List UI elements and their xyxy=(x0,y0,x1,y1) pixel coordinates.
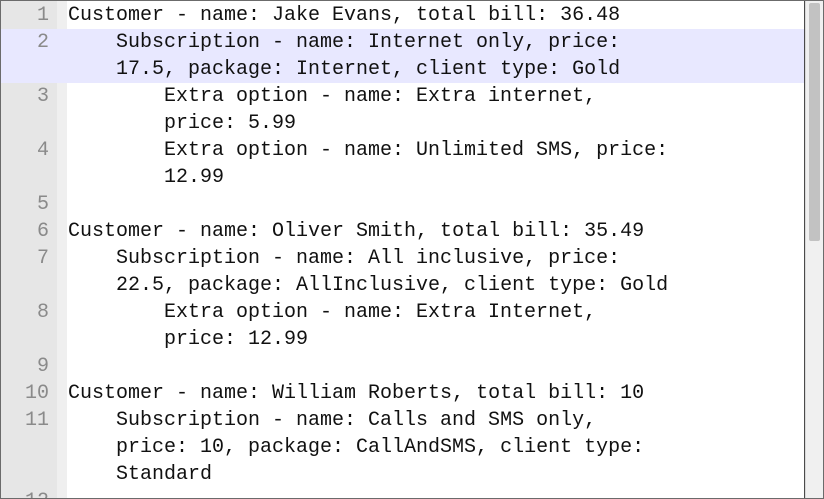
editor-line[interactable]: 5 xyxy=(1,191,805,218)
editor-line[interactable]: 11 Subscription - name: Calls and SMS onl… xyxy=(1,407,805,488)
line-text-segment: Subscription - name: All inclusive, pric… xyxy=(116,247,621,270)
line-text[interactable]: Subscription - name: Internet only, pric… xyxy=(68,29,805,83)
line-text-segment: price: 5.99 xyxy=(164,112,297,135)
line-number: 8 xyxy=(36,301,49,324)
editor-line[interactable]: 6 Customer - name: Oliver Smith, total bi… xyxy=(1,218,805,245)
gutter-spacer xyxy=(49,488,68,498)
line-text[interactable] xyxy=(68,488,805,498)
line-number: 1 xyxy=(36,4,49,27)
editor-line[interactable]: 1 Customer - name: Jake Evans, total bill… xyxy=(1,2,805,29)
gutter-spacer xyxy=(49,353,68,380)
line-number: 3 xyxy=(36,85,49,108)
gutter-spacer xyxy=(49,380,68,407)
line-text-segment xyxy=(68,191,805,218)
line-text[interactable] xyxy=(68,191,805,218)
line-text-segment: Customer - name: William Roberts, total … xyxy=(68,382,645,405)
vertical-scrollbar[interactable] xyxy=(805,1,823,498)
line-text-segment xyxy=(68,353,805,380)
editor-line[interactable]: 10 Customer - name: William Roberts, tota… xyxy=(1,380,805,407)
editor-line[interactable]: 3 Extra option - name: Extra internet, pri… xyxy=(1,83,805,137)
line-text-segment: price: 12.99 xyxy=(164,328,309,351)
line-text-segment: Subscription - name: Internet only, pric… xyxy=(116,31,621,54)
line-text-segment: 12.99 xyxy=(164,166,225,189)
line-number: 7 xyxy=(36,247,49,270)
line-text-segment: Extra option - name: Extra internet, xyxy=(164,85,597,108)
line-text-segment: Customer - name: Jake Evans, total bill:… xyxy=(68,4,621,27)
text-editor[interactable]: 1 Customer - name: Jake Evans, total bill… xyxy=(0,0,824,499)
line-text[interactable]: Customer - name: Oliver Smith, total bil… xyxy=(68,218,805,245)
editor-line[interactable]: 8 Extra option - name: Extra Internet, pri… xyxy=(1,299,805,353)
line-text[interactable]: Subscription - name: All inclusive, pric… xyxy=(68,245,805,299)
line-text[interactable]: Customer - name: Jake Evans, total bill:… xyxy=(68,2,805,29)
line-text-segment: Extra option - name: Unlimited SMS, pric… xyxy=(164,139,669,162)
editor-line[interactable]: 12 xyxy=(1,488,805,498)
editor-line[interactable]: 7 Subscription - name: All inclusive, pri… xyxy=(1,245,805,299)
gutter-spacer xyxy=(49,137,68,191)
line-number: 6 xyxy=(36,220,49,243)
gutter-spacer xyxy=(49,29,68,83)
line-number: 4 xyxy=(36,139,49,162)
line-number: 10 xyxy=(24,382,49,405)
line-text[interactable]: Customer - name: William Roberts, total … xyxy=(68,380,805,407)
line-text-segment: price: 10, package: CallAndSMS, client t… xyxy=(116,436,645,459)
line-number: 5 xyxy=(36,193,49,216)
line-number: 12 xyxy=(1,488,49,498)
line-text[interactable] xyxy=(68,353,805,380)
line-text[interactable]: Extra option - name: Extra Internet, pric… xyxy=(68,299,805,353)
line-text-segment: 17.5, package: Internet, client type: Go… xyxy=(116,58,621,81)
gutter-spacer xyxy=(49,2,68,29)
gutter-spacer xyxy=(49,407,68,488)
line-text-segment xyxy=(68,488,805,498)
line-number: 11 xyxy=(24,409,49,432)
line-text[interactable]: Subscription - name: Calls and SMS only,… xyxy=(68,407,805,488)
line-text-segment: Subscription - name: Calls and SMS only, xyxy=(116,409,597,432)
editor-line[interactable]: 4 Extra option - name: Unlimited SMS, pri… xyxy=(1,137,805,191)
line-number: 9 xyxy=(36,355,49,378)
gutter-spacer xyxy=(49,299,68,353)
gutter-spacer xyxy=(49,218,68,245)
editor-line[interactable]: 2 Subscription - name: Internet only, pri… xyxy=(1,29,805,83)
gutter-spacer xyxy=(49,83,68,137)
editor-line[interactable]: 9 xyxy=(1,353,805,380)
gutter-spacer xyxy=(49,245,68,299)
line-text-segment: Customer - name: Oliver Smith, total bil… xyxy=(68,220,645,243)
line-text-segment: 22.5, package: AllInclusive, client type… xyxy=(116,274,669,297)
scrollbar-thumb[interactable] xyxy=(809,3,820,241)
line-text-segment: Standard xyxy=(116,463,213,486)
line-text-segment: Extra option - name: Extra Internet, xyxy=(164,301,597,324)
gutter-spacer xyxy=(49,191,68,218)
editor-content[interactable]: 1 Customer - name: Jake Evans, total bill… xyxy=(1,2,805,498)
line-number: 2 xyxy=(36,31,49,54)
line-text[interactable]: Extra option - name: Extra internet, pric… xyxy=(68,83,805,137)
line-text[interactable]: Extra option - name: Unlimited SMS, pric… xyxy=(68,137,805,191)
